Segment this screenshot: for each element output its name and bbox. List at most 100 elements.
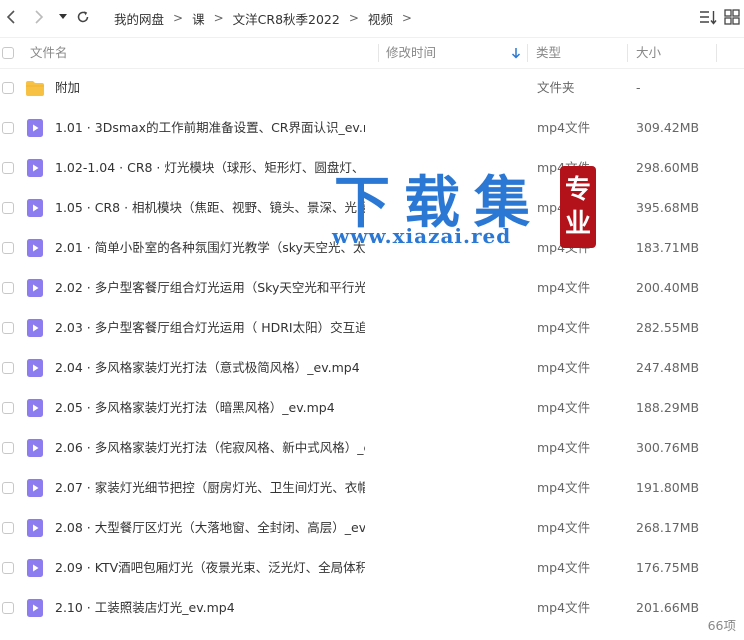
- row-checkbox[interactable]: [2, 482, 14, 494]
- video-file-icon: [27, 119, 43, 137]
- file-size: 183.71MB: [636, 240, 700, 255]
- file-name[interactable]: 附加: [55, 68, 365, 108]
- column-header-name[interactable]: 文件名: [30, 38, 68, 68]
- file-name[interactable]: 2.05 · 多风格家装灯光打法（暗黑风格）_ev.mp4: [55, 388, 365, 428]
- row-checkbox[interactable]: [2, 362, 14, 374]
- column-header-modified[interactable]: 修改时间: [386, 38, 436, 68]
- chevron-right-icon: [35, 10, 44, 24]
- watermark-badge-char: 专: [564, 175, 591, 205]
- row-checkbox[interactable]: [2, 282, 14, 294]
- refresh-icon: [77, 11, 89, 23]
- row-checkbox[interactable]: [2, 562, 14, 574]
- row-checkbox[interactable]: [2, 402, 14, 414]
- file-name[interactable]: 2.03 · 多户型客餐厅组合灯光运用（ HDRI太阳）交互追…: [55, 308, 365, 348]
- breadcrumb-separator-icon: >: [173, 11, 184, 25]
- video-file-icon: [27, 159, 43, 177]
- watermark-url: www.xiazai.red: [332, 224, 512, 248]
- back-button[interactable]: [2, 8, 20, 26]
- row-checkbox[interactable]: [2, 442, 14, 454]
- row-checkbox[interactable]: [2, 122, 14, 134]
- list-item[interactable]: 1.01 · 3Dsmax的工作前期准备设置、CR界面认识_ev.mp4 mp4…: [0, 108, 744, 148]
- history-dropdown-button[interactable]: [54, 8, 72, 26]
- file-type: mp4文件: [537, 600, 591, 615]
- video-file-icon: [27, 559, 43, 577]
- file-name[interactable]: 2.09 · KTV酒吧包厢灯光（夜景光束、泛光灯、全局体积…: [55, 548, 365, 588]
- list-item[interactable]: 附加 文件夹 -: [0, 68, 744, 108]
- row-checkbox[interactable]: [2, 82, 14, 94]
- breadcrumb-item[interactable]: 我的网盘: [114, 9, 164, 28]
- caret-down-icon: [59, 14, 67, 19]
- file-type: mp4文件: [537, 440, 591, 455]
- file-size: 395.68MB: [636, 200, 700, 215]
- file-name[interactable]: 1.02-1.04 · CR8 · 灯光模块（球形、矩形灯、圆盘灯、自…: [55, 148, 365, 188]
- watermark-badge: 专 业: [560, 166, 596, 248]
- column-header-type[interactable]: 类型: [536, 38, 561, 68]
- file-size: 176.75MB: [636, 560, 700, 575]
- list-item[interactable]: 2.02 · 多户型客餐厅组合灯光运用（Sky天空光和平行光… mp4文件 20…: [0, 268, 744, 308]
- row-checkbox[interactable]: [2, 322, 14, 334]
- column-divider[interactable]: [378, 44, 379, 62]
- file-size: 309.42MB: [636, 120, 700, 135]
- file-name[interactable]: 1.05 · CR8 · 相机模块（焦距、视野、镜头、景深、光圈…: [55, 188, 365, 228]
- list-item[interactable]: 2.07 · 家装灯光细节把控（厨房灯光、卫生间灯光、衣帽… mp4文件 191…: [0, 468, 744, 508]
- file-name[interactable]: 2.04 · 多风格家装灯光打法（意式极简风格）_ev.mp4: [55, 348, 365, 388]
- file-type: mp4文件: [537, 560, 591, 575]
- file-name[interactable]: 2.10 · 工装照装店灯光_ev.mp4: [55, 588, 365, 628]
- file-list: 附加 文件夹 - 1.01 · 3Dsmax的工作前期准备设置、CR界面认识_e…: [0, 68, 744, 628]
- file-size: 201.66MB: [636, 600, 700, 615]
- sort-list-icon: [700, 11, 717, 25]
- grid-view-button[interactable]: [724, 9, 740, 25]
- row-checkbox[interactable]: [2, 522, 14, 534]
- list-item[interactable]: 2.05 · 多风格家装灯光打法（暗黑风格）_ev.mp4 mp4文件 188.…: [0, 388, 744, 428]
- breadcrumb-separator-icon: >: [348, 11, 359, 25]
- file-name[interactable]: 1.01 · 3Dsmax的工作前期准备设置、CR界面认识_ev.mp4: [55, 108, 365, 148]
- breadcrumb-item[interactable]: 视频: [368, 9, 393, 28]
- breadcrumb-separator-icon: >: [213, 11, 224, 25]
- column-divider[interactable]: [627, 44, 628, 62]
- breadcrumb-item[interactable]: 文洋CR8秋季2022: [233, 9, 340, 28]
- file-name[interactable]: 2.07 · 家装灯光细节把控（厨房灯光、卫生间灯光、衣帽…: [55, 468, 365, 508]
- item-count: 66项: [701, 615, 736, 634]
- video-file-icon: [27, 239, 43, 257]
- file-type: mp4文件: [537, 520, 591, 535]
- refresh-button[interactable]: [74, 8, 92, 26]
- file-type: mp4文件: [537, 360, 591, 375]
- file-name[interactable]: 2.02 · 多户型客餐厅组合灯光运用（Sky天空光和平行光…: [55, 268, 365, 308]
- forward-button[interactable]: [30, 8, 48, 26]
- file-type: mp4文件: [537, 320, 591, 335]
- column-divider[interactable]: [527, 44, 528, 62]
- column-divider[interactable]: [716, 44, 717, 62]
- video-file-icon: [27, 199, 43, 217]
- row-checkbox[interactable]: [2, 242, 14, 254]
- video-file-icon: [27, 439, 43, 457]
- column-header-size[interactable]: 大小: [636, 38, 661, 68]
- top-navigation-bar: 我的网盘 > 课 > 文洋CR8秋季2022 > 视频 >: [0, 0, 744, 36]
- select-all-checkbox[interactable]: [2, 47, 14, 59]
- row-checkbox[interactable]: [2, 202, 14, 214]
- row-checkbox[interactable]: [2, 602, 14, 614]
- breadcrumb-separator-icon: >: [401, 11, 412, 25]
- video-file-icon: [27, 359, 43, 377]
- row-checkbox[interactable]: [2, 162, 14, 174]
- file-list-header: 文件名 修改时间 类型 大小: [0, 37, 744, 69]
- list-item[interactable]: 2.08 · 大型餐厅区灯光（大落地窗、全封闭、高层）_ev.… mp4文件 2…: [0, 508, 744, 548]
- list-item[interactable]: 2.06 · 多风格家装灯光打法（侘寂风格、新中式风格）_e… mp4文件 30…: [0, 428, 744, 468]
- file-name[interactable]: 2.01 · 简单小卧室的各种氛围灯光教学（sky天空光、太…: [55, 228, 365, 268]
- breadcrumb-item[interactable]: 课: [192, 9, 205, 28]
- file-size: 191.80MB: [636, 480, 700, 495]
- list-item[interactable]: 2.03 · 多户型客餐厅组合灯光运用（ HDRI太阳）交互追… mp4文件 2…: [0, 308, 744, 348]
- file-name[interactable]: 2.06 · 多风格家装灯光打法（侘寂风格、新中式风格）_e…: [55, 428, 365, 468]
- video-file-icon: [27, 479, 43, 497]
- chevron-left-icon: [6, 10, 15, 24]
- list-item[interactable]: 2.04 · 多风格家装灯光打法（意式极简风格）_ev.mp4 mp4文件 24…: [0, 348, 744, 388]
- list-item[interactable]: 2.10 · 工装照装店灯光_ev.mp4 mp4文件 201.66MB: [0, 588, 744, 628]
- file-name[interactable]: 2.08 · 大型餐厅区灯光（大落地窗、全封闭、高层）_ev.…: [55, 508, 365, 548]
- file-size: 282.55MB: [636, 320, 700, 335]
- file-type: mp4文件: [537, 280, 591, 295]
- file-size: 300.76MB: [636, 440, 700, 455]
- sort-menu-button[interactable]: [698, 8, 718, 28]
- breadcrumb: 我的网盘 > 课 > 文洋CR8秋季2022 > 视频 >: [114, 0, 421, 36]
- list-item[interactable]: 2.09 · KTV酒吧包厢灯光（夜景光束、泛光灯、全局体积… mp4文件 17…: [0, 548, 744, 588]
- video-file-icon: [27, 519, 43, 537]
- sort-descending-arrow-icon[interactable]: [511, 47, 521, 59]
